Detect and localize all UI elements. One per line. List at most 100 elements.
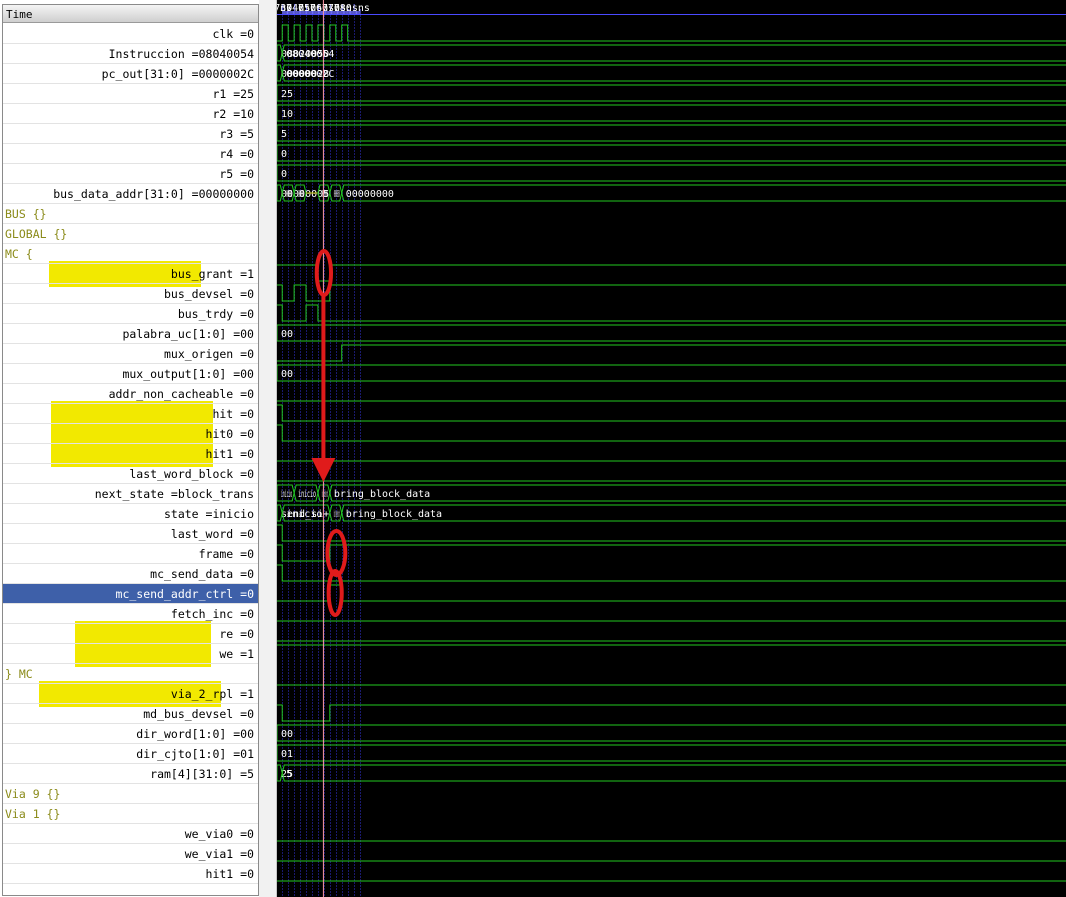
signal-label-clk: clk =0 — [212, 27, 254, 41]
wave-bus-segment — [277, 724, 1066, 742]
wave-bus-segment — [281, 764, 1066, 782]
signal-row-re[interactable]: re =0 — [3, 624, 258, 644]
wave-bus-value: block_transfer_addr — [334, 509, 340, 520]
wave-bus-value: 10000000 — [298, 189, 304, 200]
signal-label-hit1-b: hit1 =0 — [205, 867, 254, 881]
signal-row-dir-word[interactable]: dir_word[1:0] =00 — [3, 724, 258, 744]
wave-bus-value: 5 — [286, 769, 292, 780]
wave-bus-segment — [281, 64, 1066, 82]
signal-row-mux-output[interactable]: mux_output[1:0] =00 — [3, 364, 258, 384]
signal-row-bus-trdy[interactable]: bus_trdy =0 — [3, 304, 258, 324]
wave-bus-value: 00000000 — [286, 189, 292, 200]
signal-row-group-mc-close[interactable]: } MC — [3, 664, 258, 684]
signal-label-fetch-inc: fetch_inc =0 — [170, 607, 254, 621]
signal-row-last-word-block[interactable]: last_word_block =0 — [3, 464, 258, 484]
time-header: Time — [3, 5, 258, 23]
signal-row-r4[interactable]: r4 =0 — [3, 144, 258, 164]
signal-row-md-bus-devsel[interactable]: md_bus_devsel =0 — [3, 704, 258, 724]
signal-label-group-via9: Via 9 {} — [5, 787, 61, 801]
signal-row-ram4[interactable]: ram[4][31:0] =5 — [3, 764, 258, 784]
signal-row-hit0[interactable]: hit0 =0 — [3, 424, 258, 444]
wave-bus-segment — [277, 124, 1066, 142]
signal-label-ram4: ram[4][31:0] =5 — [150, 767, 254, 781]
annotation-arrow-head — [311, 458, 336, 482]
wave-bus-segment — [341, 504, 1066, 522]
signal-row-r3[interactable]: r3 =5 — [3, 124, 258, 144]
signal-row-via-2-rpl[interactable]: via_2_rpl =1 — [3, 684, 258, 704]
signal-label-dir-word: dir_word[1:0] =00 — [136, 727, 254, 741]
wave-bus-value: 01 — [281, 749, 293, 760]
signal-label-bus-data-addr: bus_data_addr[31:0] =00000000 — [53, 187, 254, 201]
wave-bus-value: 08040054 — [286, 49, 334, 60]
signal-label-pc-out: pc_out[31:0] =0000002C — [101, 67, 254, 81]
signal-row-we[interactable]: we =1 — [3, 644, 258, 664]
wave-bus-value: bring_block_data — [346, 509, 442, 520]
signal-row-group-via1[interactable]: Via 1 {} — [3, 804, 258, 824]
signal-label-addr-non-cacheable: addr_non_cacheable =0 — [108, 387, 254, 401]
signal-row-instruccion[interactable]: Instruccion =08040054 — [3, 44, 258, 64]
signal-label-r2: r2 =10 — [212, 107, 254, 121]
wave-bus-value: 00000050 — [334, 189, 340, 200]
signal-row-palabra-uc[interactable]: palabra_uc[1:0] =00 — [3, 324, 258, 344]
signal-label-bus-grant: bus_grant =1 — [170, 267, 254, 281]
wave-bit-row-14 — [277, 304, 1066, 322]
signal-row-fetch-inc[interactable]: fetch_inc =0 — [3, 604, 258, 624]
wave-bit-row-0 — [277, 24, 1066, 42]
wave-bus-value: 00000000 — [346, 189, 394, 200]
wave-bus-segment — [277, 84, 1066, 102]
signal-row-last-word[interactable]: last_word =0 — [3, 524, 258, 544]
signal-row-we-via1[interactable]: we_via1 =0 — [3, 844, 258, 864]
signal-row-pc-out[interactable]: pc_out[31:0] =0000002C — [3, 64, 258, 84]
signal-row-bus-grant[interactable]: bus_grant =1 — [3, 264, 258, 284]
signal-row-bus-devsel[interactable]: bus_devsel =0 — [3, 284, 258, 304]
signal-row-mc-send-addr-ctrl[interactable]: mc_send_addr_ctrl =0 — [3, 584, 258, 604]
signal-label-hit: hit =0 — [212, 407, 254, 421]
signal-label-mc-send-data: mc_send_data =0 — [150, 567, 254, 581]
wave-bit-row-19 — [277, 404, 1066, 422]
wave-bit-row-27 — [277, 564, 1066, 582]
signal-row-we-via0[interactable]: we_via0 =0 — [3, 824, 258, 844]
signal-label-state: state =inicio — [163, 507, 254, 521]
signal-row-clk[interactable]: clk =0 — [3, 24, 258, 44]
signal-row-r1[interactable]: r1 =25 — [3, 84, 258, 104]
wave-bit-row-13 — [277, 284, 1066, 302]
signal-label-bus-devsel: bus_devsel =0 — [163, 287, 254, 301]
signal-label-dir-cjto: dir_cjto[1:0] =01 — [136, 747, 254, 761]
signal-label-hit0: hit0 =0 — [205, 427, 254, 441]
signal-label-group-bus: BUS {} — [5, 207, 47, 221]
signal-label-bus-trdy: bus_trdy =0 — [177, 307, 254, 321]
signal-row-mux-origen[interactable]: mux_origen =0 — [3, 344, 258, 364]
signal-label-re: re =0 — [219, 627, 254, 641]
waveform-view[interactable]: ns 730 ns 740 ns 750 ns 760 ns 770 ns 780 ns 08… — [277, 0, 1066, 897]
signal-label-r4: r4 =0 — [219, 147, 254, 161]
ruler-tick-label: 780 ns — [334, 3, 370, 14]
panel-splitter[interactable] — [259, 0, 277, 897]
signal-row-state[interactable]: state =inicio — [3, 504, 258, 524]
wave-bit-row-12 — [277, 264, 1066, 282]
signal-label-md-bus-devsel: md_bus_devsel =0 — [143, 707, 254, 721]
signal-row-dir-cjto[interactable]: dir_cjto[1:0] =01 — [3, 744, 258, 764]
signal-row-hit1[interactable]: hit1 =0 — [3, 444, 258, 464]
signal-row-hit1-b[interactable]: hit1 =0 — [3, 864, 258, 884]
wave-bus-value: 25 — [281, 89, 293, 100]
wave-bus-value: 00000000 — [322, 189, 328, 200]
wave-bit-row-26 — [277, 544, 1066, 562]
signal-row-group-via9[interactable]: Via 9 {} — [3, 784, 258, 804]
signal-row-hit[interactable]: hit =0 — [3, 404, 258, 424]
wave-bus-segment — [281, 44, 1066, 62]
signal-label-r5: r5 =0 — [219, 167, 254, 181]
signal-row-group-bus[interactable]: BUS {} — [3, 204, 258, 224]
signal-row-next-state[interactable]: next_state =block_trans — [3, 484, 258, 504]
signal-row-mc-send-data[interactable]: mc_send_data =0 — [3, 564, 258, 584]
signal-row-frame[interactable]: frame =0 — [3, 544, 258, 564]
signal-row-group-mc-open[interactable]: MC { — [3, 244, 258, 264]
signal-row-r5[interactable]: r5 =0 — [3, 164, 258, 184]
signal-row-r2[interactable]: r2 =10 — [3, 104, 258, 124]
signal-label-we: we =1 — [219, 647, 254, 661]
signal-row-group-global[interactable]: GLOBAL {} — [3, 224, 258, 244]
signal-row-bus-data-addr[interactable]: bus_data_addr[31:0] =00000000 — [3, 184, 258, 204]
signal-label-group-via1: Via 1 {} — [5, 807, 61, 821]
wave-bit-row-16 — [277, 344, 1066, 362]
signal-label-r1: r1 =25 — [212, 87, 254, 101]
signal-row-addr-non-cacheable[interactable]: addr_non_cacheable =0 — [3, 384, 258, 404]
